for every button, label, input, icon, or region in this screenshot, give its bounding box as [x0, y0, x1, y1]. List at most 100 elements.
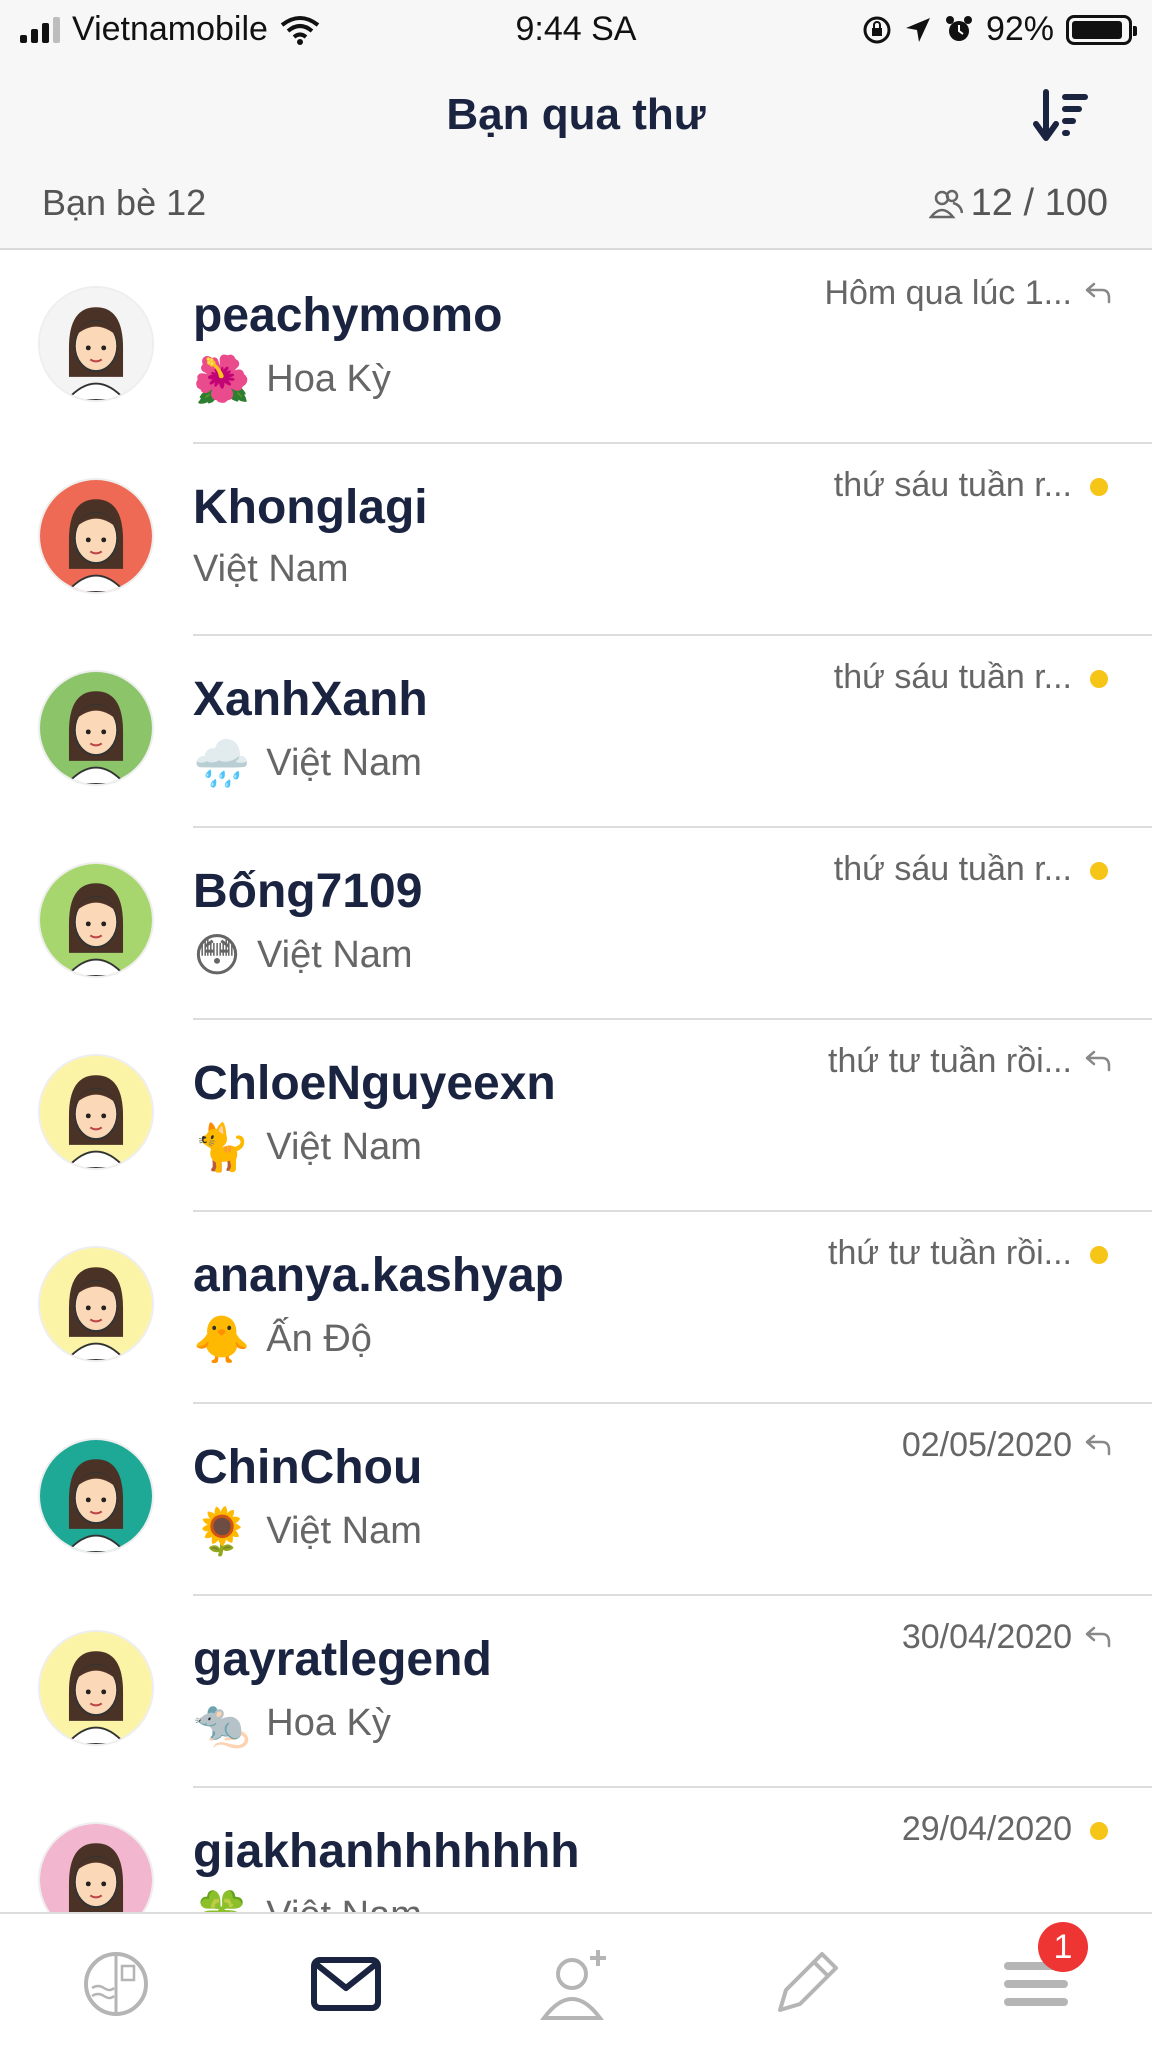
last-message-time: thứ tư tuần rồi...	[828, 1234, 1072, 1272]
unread-dot	[1090, 862, 1108, 880]
friend-row[interactable]: XanhXanh 🌧️ Việt Nam thứ sáu tuần r...	[0, 636, 1152, 828]
friend-name: peachymomo	[193, 289, 503, 342]
friend-name: ChloeNguyeexn	[193, 1057, 556, 1110]
avatar-illustration	[40, 672, 152, 784]
battery-percent: 92%	[985, 10, 1054, 48]
friend-location: 🐀 Hoa Kỳ	[193, 1700, 391, 1746]
friend-location: 🌻 Việt Nam	[193, 1508, 422, 1554]
tab-stamps[interactable]	[76, 1944, 156, 2024]
unread-dot	[1090, 670, 1108, 688]
friend-row[interactable]: ChinChou 🌻 Việt Nam 02/05/2020	[0, 1404, 1152, 1596]
write-icon	[778, 1952, 838, 2012]
friend-location: 🌺 Hoa Kỳ	[193, 356, 391, 402]
friend-country: Việt Nam	[266, 741, 422, 784]
friend-emoji: 🐥	[193, 1313, 251, 1365]
reply-icon	[1085, 1050, 1111, 1072]
friend-emoji: 🌧️	[193, 737, 251, 789]
friend-name: ananya.kashyap	[193, 1249, 564, 1302]
last-message-time: thứ sáu tuần r...	[833, 658, 1072, 696]
battery-icon	[1066, 14, 1137, 45]
friends-summary: Bạn bè 12 12 / 100	[0, 170, 1152, 250]
friend-country: Việt Nam	[266, 1125, 422, 1168]
friend-row[interactable]: Khonglagi Việt Nam thứ sáu tuần r...	[0, 444, 1152, 636]
friend-row[interactable]: ananya.kashyap 🐥 Ấn Độ thứ tư tuần rồi..…	[0, 1212, 1152, 1404]
friend-location: Việt Nam	[193, 548, 349, 591]
friend-name: giakhanhhhhhhh	[193, 1825, 580, 1878]
tab-add-friend[interactable]	[536, 1944, 616, 2024]
last-message-time: 29/04/2020	[901, 1810, 1072, 1848]
nav-bar: Bạn qua thư	[0, 60, 1152, 170]
friend-row[interactable]: Bống7109 😳 Việt Nam thứ sáu tuần r...	[0, 828, 1152, 1020]
avatar	[38, 1246, 154, 1362]
capacity-value: 12 / 100	[970, 182, 1108, 224]
friend-location: 🐥 Ấn Độ	[193, 1316, 372, 1362]
friend-country: Việt Nam	[256, 933, 413, 976]
tab-menu[interactable]: 1	[996, 1922, 1088, 2024]
avatar	[38, 1054, 154, 1170]
unread-dot	[1090, 478, 1108, 496]
avatar	[38, 478, 154, 594]
people-icon	[928, 189, 963, 218]
friend-row[interactable]: giakhanhhhhhhh 🍀 Việt Nam 29/04/2020	[0, 1788, 1152, 1912]
last-message-time: 30/04/2020	[901, 1618, 1072, 1656]
avatar-illustration	[40, 1248, 152, 1360]
avatar-illustration	[40, 1440, 152, 1552]
sort-icon[interactable]	[1032, 86, 1092, 146]
avatar	[38, 1822, 154, 1912]
friend-country: Việt Nam	[266, 1509, 422, 1552]
friend-row[interactable]: ChloeNguyeexn 🐈 Việt Nam thứ tư tuần rồi…	[0, 1020, 1152, 1212]
location-icon	[905, 17, 930, 42]
reply-icon	[1085, 282, 1111, 304]
friend-country: Hoa Kỳ	[266, 1701, 391, 1744]
friend-name: Bống7109	[193, 865, 423, 918]
last-message-time: Hôm qua lúc 1...	[824, 274, 1072, 312]
friend-capacity: 12 / 100	[928, 182, 1108, 225]
friend-emoji: 😳	[193, 929, 241, 981]
last-message-time: thứ sáu tuần r...	[833, 466, 1072, 504]
friends-count: Bạn bè 12	[42, 182, 207, 223]
avatar-illustration	[40, 864, 152, 976]
last-message-time: thứ sáu tuần r...	[833, 850, 1072, 888]
friend-row[interactable]: peachymomo 🌺 Hoa Kỳ Hôm qua lúc 1...	[0, 252, 1152, 444]
reply-icon	[1085, 1626, 1111, 1648]
avatar-illustration	[40, 1056, 152, 1168]
friend-row[interactable]: gayratlegend 🐀 Hoa Kỳ 30/04/2020	[0, 1596, 1152, 1788]
friend-name: Khonglagi	[193, 481, 428, 534]
add-friend-icon	[540, 1950, 606, 2020]
rotation-lock-icon	[863, 16, 891, 43]
friend-emoji: 🐀	[193, 1697, 251, 1749]
friend-country: Việt Nam	[193, 548, 349, 590]
friend-country: Ấn Độ	[266, 1317, 372, 1360]
avatar	[38, 670, 154, 786]
friend-emoji: 🍀	[193, 1892, 250, 1912]
friend-emoji: 🐈	[193, 1121, 251, 1173]
friend-emoji: 🌺	[193, 353, 251, 405]
tab-write[interactable]	[766, 1944, 846, 2024]
friend-location: 🍀 Việt Nam	[193, 1892, 422, 1912]
last-message-time: thứ tư tuần rồi...	[828, 1042, 1072, 1080]
page-title: Bạn qua thư	[446, 90, 706, 139]
friend-name: gayratlegend	[193, 1633, 492, 1686]
friend-emoji: 🌻	[193, 1505, 251, 1557]
avatar-illustration	[40, 288, 152, 400]
unread-dot	[1090, 1822, 1108, 1840]
notification-badge: 1	[1038, 1922, 1088, 1972]
friend-country: Hoa Kỳ	[266, 357, 391, 400]
status-bar: Vietnamobile 9:44 SA 92%	[0, 0, 1152, 60]
unread-dot	[1090, 1246, 1108, 1264]
friend-location: 🐈 Việt Nam	[193, 1124, 422, 1170]
friend-name: XanhXanh	[193, 673, 428, 726]
avatar	[38, 862, 154, 978]
avatar	[38, 1630, 154, 1746]
friend-location: 😳 Việt Nam	[193, 932, 413, 978]
friend-location: 🌧️ Việt Nam	[193, 740, 422, 786]
stamps-icon	[84, 1952, 148, 2016]
avatar-illustration	[40, 480, 152, 592]
friend-list: peachymomo 🌺 Hoa Kỳ Hôm qua lúc 1... Kho…	[0, 252, 1152, 1912]
alarm-icon	[945, 15, 972, 41]
avatar-illustration	[40, 1632, 152, 1744]
tab-mail[interactable]	[306, 1944, 386, 2024]
avatar-illustration	[40, 1824, 152, 1912]
friend-country: Việt Nam	[266, 1894, 422, 1913]
tab-bar: 1	[0, 1912, 1152, 2048]
